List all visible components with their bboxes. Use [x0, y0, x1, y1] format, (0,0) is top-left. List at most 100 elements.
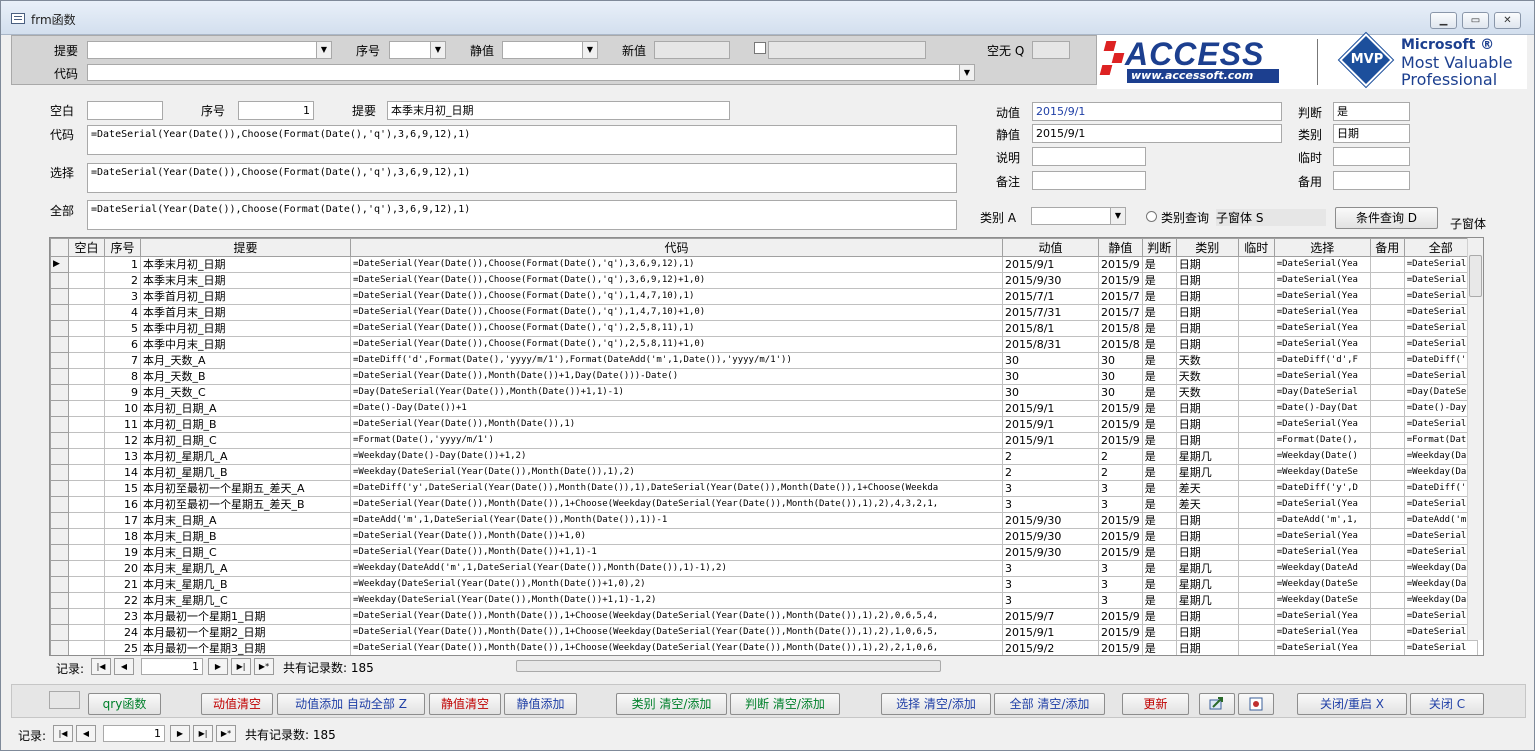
table-cell[interactable]: =DateSerial(Yea	[1273, 288, 1371, 305]
table-cell[interactable]: 日期	[1175, 608, 1239, 625]
table-cell[interactable]	[1369, 608, 1405, 625]
table-cell[interactable]: =Weekday(DateAd	[1273, 560, 1371, 577]
table-cell[interactable]: 2015/9	[1098, 400, 1143, 417]
tiyao-filter-combo[interactable]: ▼	[87, 41, 332, 59]
table-cell[interactable]	[1369, 256, 1405, 273]
dongzhi-field[interactable]: 2015/9/1	[1032, 102, 1282, 121]
table-cell[interactable]	[1369, 496, 1405, 513]
row-selector[interactable]	[50, 640, 69, 655]
table-cell[interactable]: 是	[1141, 304, 1177, 321]
table-cell[interactable]	[1369, 432, 1405, 449]
table-cell[interactable]: 2015/9	[1098, 528, 1143, 545]
table-cell[interactable]	[1237, 272, 1275, 289]
column-header[interactable]: 空白	[68, 238, 105, 257]
table-cell[interactable]: 日期	[1175, 416, 1239, 433]
table-row[interactable]: 18 本月末_日期_B =DateSerial(Year(Date()),Month…	[50, 528, 1478, 545]
table-cell[interactable]: =DateSerial(Year(Date()),Choose(Format(D…	[350, 288, 1003, 305]
table-cell[interactable]	[1237, 416, 1275, 433]
table-cell[interactable]: =DateAdd('m',1,	[1273, 512, 1371, 529]
table-cell[interactable]: 是	[1141, 384, 1177, 401]
table-cell[interactable]: 本月_天数_B	[140, 368, 351, 385]
table-cell[interactable]: 3	[1002, 560, 1099, 577]
table-cell[interactable]	[1369, 272, 1405, 289]
close-window-button[interactable]: ✕	[1494, 12, 1521, 29]
row-selector[interactable]	[50, 320, 69, 337]
table-cell[interactable]: 是	[1141, 320, 1177, 337]
table-cell[interactable]: =DateSerial(Yea	[1273, 336, 1371, 353]
table-cell[interactable]: =Weekday(DateSe	[1273, 576, 1371, 593]
table-cell[interactable]	[68, 304, 105, 321]
table-cell[interactable]: 5	[104, 320, 141, 337]
table-cell[interactable]: 23	[104, 608, 141, 625]
table-cell[interactable]: 是	[1141, 608, 1177, 625]
table-cell[interactable]: 天数	[1175, 384, 1239, 401]
table-cell[interactable]: 30	[1002, 352, 1099, 369]
beizhu-field[interactable]	[1032, 171, 1146, 190]
table-row[interactable]: 19 本月末_日期_C =DateSerial(Year(Date()),Month…	[50, 544, 1478, 561]
table-cell[interactable]	[1237, 336, 1275, 353]
row-selector[interactable]	[50, 416, 69, 433]
table-cell[interactable]: 3	[1002, 576, 1099, 593]
table-cell[interactable]: 3	[104, 288, 141, 305]
table-cell[interactable]	[1237, 544, 1275, 561]
table-cell[interactable]: =DateDiff('d',Format(Date(),'yyyy/m/1'),…	[350, 352, 1003, 369]
table-cell[interactable]: 是	[1141, 352, 1177, 369]
table-cell[interactable]: 2015/9	[1098, 640, 1143, 655]
quanbu-clear-add-button[interactable]: 全部 清空/添加	[994, 693, 1105, 715]
table-cell[interactable]: 18	[104, 528, 141, 545]
daima-filter-combo[interactable]: ▼	[87, 64, 975, 81]
table-cell[interactable]	[1237, 368, 1275, 385]
table-cell[interactable]: 是	[1141, 272, 1177, 289]
table-cell[interactable]	[1237, 320, 1275, 337]
table-cell[interactable]: 天数	[1175, 352, 1239, 369]
table-row[interactable]: 6 本季中月末_日期 =DateSerial(Year(Date()),Choose…	[50, 336, 1478, 353]
table-row[interactable]: 5 本季中月初_日期 =DateSerial(Year(Date()),Choose…	[50, 320, 1478, 337]
table-cell[interactable]: =DateDiff('y',DateSerial(Year(Date()),Mo…	[350, 480, 1003, 497]
table-cell[interactable]: 2015/9	[1098, 608, 1143, 625]
table-cell[interactable]	[68, 480, 105, 497]
table-cell[interactable]	[1369, 576, 1405, 593]
table-cell[interactable]: 日期	[1175, 336, 1239, 353]
column-header[interactable]: 类别	[1175, 238, 1239, 257]
maximize-button[interactable]: ▭	[1462, 12, 1489, 29]
table-cell[interactable]: 本月末_星期几_B	[140, 576, 351, 593]
new-record-icon[interactable]: ▶*	[254, 658, 274, 675]
row-selector[interactable]	[50, 400, 69, 417]
table-cell[interactable]: 本月初_星期几_B	[140, 464, 351, 481]
report-button[interactable]	[1238, 693, 1274, 715]
table-cell[interactable]: =Weekday(DateSe	[1273, 592, 1371, 609]
table-cell[interactable]	[68, 320, 105, 337]
jingzhi-field[interactable]: 2015/9/1	[1032, 124, 1282, 143]
table-cell[interactable]: 30	[1002, 368, 1099, 385]
table-cell[interactable]: 2015/9	[1098, 544, 1143, 561]
table-cell[interactable]	[1369, 320, 1405, 337]
table-cell[interactable]: =DateSerial(Year(Date()),Month(Date()),1…	[350, 624, 1003, 641]
table-cell[interactable]	[1369, 640, 1405, 655]
table-cell[interactable]	[68, 608, 105, 625]
table-cell[interactable]: =DateSerial(Year(Date()),Choose(Format(D…	[350, 256, 1003, 273]
column-header[interactable]: 备用	[1369, 238, 1405, 257]
kongwu-field[interactable]	[1032, 41, 1070, 59]
table-cell[interactable]: 2	[104, 272, 141, 289]
table-cell[interactable]	[68, 448, 105, 465]
table-row[interactable]: 7 本月_天数_A =DateDiff('d',Format(Date(),'yyy…	[50, 352, 1478, 369]
main-record-current[interactable]: 1	[103, 725, 165, 742]
table-cell[interactable]: 是	[1141, 288, 1177, 305]
table-cell[interactable]: 2015/9/30	[1002, 272, 1099, 289]
xuanze-field[interactable]: =DateSerial(Year(Date()),Choose(Format(D…	[87, 163, 957, 193]
table-row[interactable]: 15 本月初至最初一个星期五_差天_A =DateDiff('y',DateSeri…	[50, 480, 1478, 497]
table-cell[interactable]: 2015/9/1	[1002, 416, 1099, 433]
xuhao-field[interactable]: 1	[238, 101, 314, 120]
leibie-a-combo[interactable]: ▼	[1031, 207, 1126, 225]
table-cell[interactable]: 是	[1141, 256, 1177, 273]
table-cell[interactable]: 2015/9/30	[1002, 512, 1099, 529]
table-cell[interactable]	[68, 528, 105, 545]
qry-button[interactable]: qry函数	[88, 693, 161, 715]
table-cell[interactable]: =Day(DateSerial(Year(Date()),Month(Date(…	[350, 384, 1003, 401]
table-cell[interactable]: 2015/8/1	[1002, 320, 1099, 337]
jingzhi-filter-combo[interactable]: ▼	[502, 41, 598, 59]
quanbu-field[interactable]: =DateSerial(Year(Date()),Choose(Format(D…	[87, 200, 957, 230]
table-row[interactable]: 3 本季首月初_日期 =DateSerial(Year(Date()),Choose…	[50, 288, 1478, 305]
row-selector[interactable]	[50, 384, 69, 401]
table-cell[interactable]	[1237, 400, 1275, 417]
